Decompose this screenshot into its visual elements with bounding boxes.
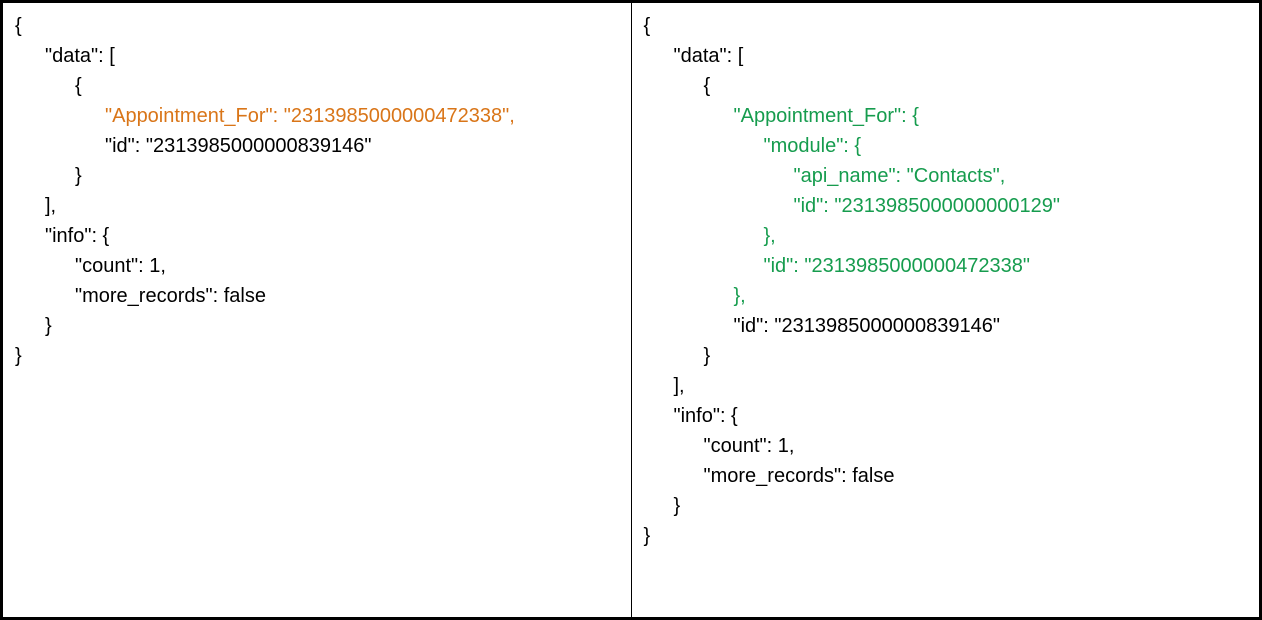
code-line: "info": { — [674, 401, 1248, 431]
code-line-highlight: "id": "2313985000000000129" — [794, 191, 1248, 221]
code-line-highlight: }, — [734, 281, 1248, 311]
code-line: "id": "2313985000000839146" — [734, 311, 1248, 341]
code-line: "data": [ — [45, 41, 619, 71]
code-line: { — [15, 11, 619, 41]
code-line-highlight: "Appointment_For": "2313985000000472338"… — [105, 101, 619, 131]
code-line: ], — [45, 191, 619, 221]
code-line: { — [644, 11, 1248, 41]
code-line: } — [674, 491, 1248, 521]
code-line: { — [75, 71, 619, 101]
code-line: { — [704, 71, 1248, 101]
left-json-block: { "data": [ { "Appointment_For": "231398… — [15, 11, 619, 371]
code-line-highlight: "module": { — [764, 131, 1248, 161]
code-line: } — [15, 341, 619, 371]
code-line-highlight: "api_name": "Contacts", — [794, 161, 1248, 191]
code-line: "more_records": false — [704, 461, 1248, 491]
code-line: "count": 1, — [75, 251, 619, 281]
code-line-highlight: "Appointment_For": { — [734, 101, 1248, 131]
right-json-block: { "data": [ { "Appointment_For": { "modu… — [644, 11, 1248, 551]
left-cell: { "data": [ { "Appointment_For": "231398… — [2, 2, 632, 619]
code-line: "more_records": false — [75, 281, 619, 311]
right-cell: { "data": [ { "Appointment_For": { "modu… — [631, 2, 1261, 619]
code-line: } — [644, 521, 1248, 551]
code-line-highlight: "id": "2313985000000472338" — [764, 251, 1248, 281]
code-line: "count": 1, — [704, 431, 1248, 461]
code-line: "id": "2313985000000839146" — [105, 131, 619, 161]
comparison-table: { "data": [ { "Appointment_For": "231398… — [0, 0, 1262, 620]
code-line: } — [75, 161, 619, 191]
code-line: "data": [ — [674, 41, 1248, 71]
code-line: ], — [674, 371, 1248, 401]
code-line: "info": { — [45, 221, 619, 251]
code-line-highlight: }, — [764, 221, 1248, 251]
code-line: } — [45, 311, 619, 341]
code-line: } — [704, 341, 1248, 371]
